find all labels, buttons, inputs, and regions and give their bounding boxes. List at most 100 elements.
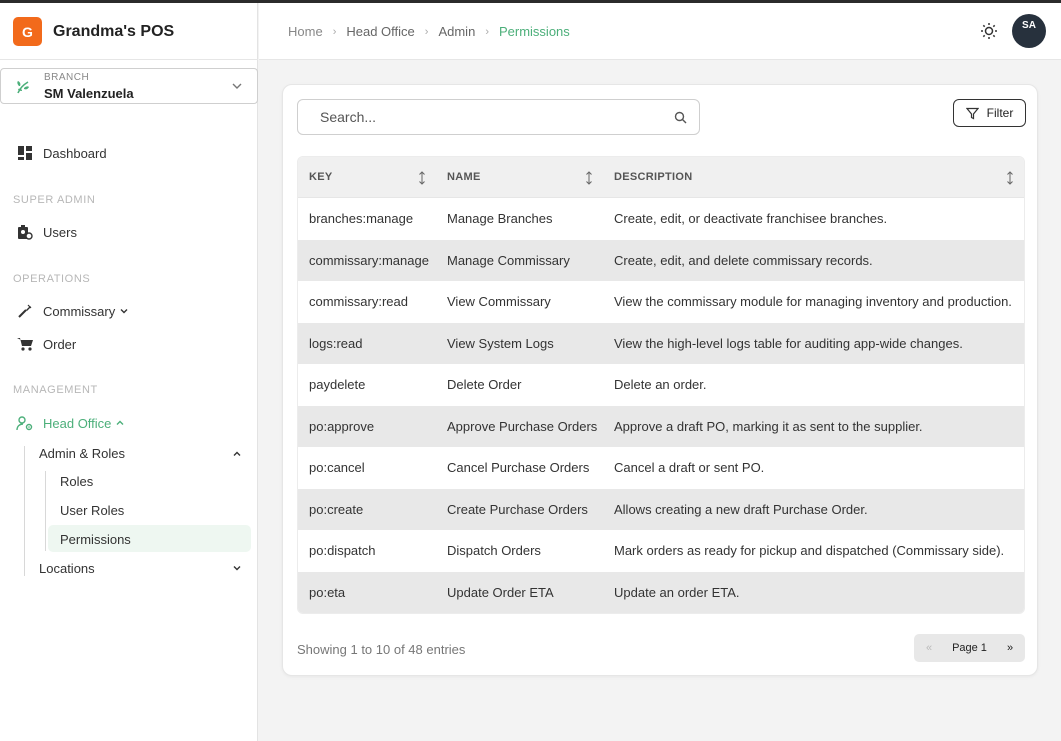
table-row[interactable]: commissary:read View Commissary View the c… bbox=[298, 281, 1024, 323]
tree-line bbox=[45, 471, 46, 551]
sort-icon[interactable] bbox=[585, 171, 593, 185]
table-row[interactable]: logs:read View System Logs View the high-l… bbox=[298, 322, 1024, 364]
sidebar-item-label: Dashboard bbox=[43, 145, 107, 161]
table-row[interactable]: po:create Create Purchase Orders Allows cr… bbox=[298, 488, 1024, 530]
cell-name: Update Order ETA bbox=[447, 584, 554, 600]
sidebar-item-label: Order bbox=[43, 336, 77, 352]
avatar[interactable]: SA bbox=[1012, 14, 1046, 48]
cell-name: View Commissary bbox=[447, 294, 551, 309]
cell-key: branches:manage bbox=[309, 211, 414, 226]
search-input[interactable] bbox=[298, 100, 699, 134]
search-icon bbox=[674, 111, 687, 124]
section-management: MANAGEMENT bbox=[13, 384, 98, 396]
cell-name: Dispatch Orders bbox=[447, 543, 541, 558]
sidebar-item-commissary[interactable]: Commissary bbox=[16, 302, 129, 320]
cell-description: Create, edit, and delete commissary reco… bbox=[614, 252, 873, 268]
column-header-name[interactable]: NAME bbox=[447, 171, 481, 183]
filter-label: Filter bbox=[986, 106, 1014, 120]
cell-name: Cancel Purchase Orders bbox=[447, 460, 590, 475]
filter-icon bbox=[965, 107, 979, 119]
sidebar-item-head-office[interactable]: Head Office bbox=[16, 414, 125, 432]
chevron-down-icon bbox=[232, 83, 242, 89]
cell-description: Approve a draft PO, marking it as sent t… bbox=[614, 418, 923, 434]
cell-description: Allows creating a new draft Purchase Ord… bbox=[614, 501, 868, 517]
divider bbox=[0, 59, 258, 60]
brand[interactable]: G Grandma's POS bbox=[13, 17, 174, 46]
next-page-button[interactable]: » bbox=[995, 642, 1025, 654]
table-row[interactable]: po:eta Update Order ETA Update an order ET… bbox=[298, 571, 1024, 613]
cell-name: Manage Commissary bbox=[447, 252, 570, 268]
sort-icon[interactable] bbox=[1006, 171, 1014, 185]
sidebar-item-order[interactable]: Order bbox=[16, 335, 76, 353]
sidebar: G Grandma's POS BRANCH SM Valenzuela Das… bbox=[0, 3, 258, 741]
sort-icon[interactable] bbox=[418, 171, 426, 185]
sidebar-item-locations[interactable]: Locations bbox=[39, 561, 95, 576]
cell-name: Create Purchase Orders bbox=[447, 501, 588, 517]
chevron-right-icon: › bbox=[485, 25, 489, 38]
cell-description: Mark orders as ready for pickup and disp… bbox=[614, 543, 1005, 558]
sidebar-item-label: Users bbox=[43, 224, 77, 240]
section-super-admin: SUPER ADMIN bbox=[13, 194, 96, 206]
cell-key: logs:read bbox=[309, 335, 363, 351]
cell-key: po:create bbox=[309, 501, 364, 517]
sidebar-item-permissions[interactable]: Permissions bbox=[60, 532, 131, 547]
branch-selector[interactable]: BRANCH SM Valenzuela bbox=[0, 68, 258, 104]
breadcrumb: Home › Head Office › Admin › Permissions bbox=[288, 24, 570, 39]
cell-description: View the commissary module for managing … bbox=[614, 294, 1012, 309]
cell-description: Update an order ETA. bbox=[614, 584, 740, 600]
table-row[interactable]: po:cancel Cancel Purchase Orders Cancel a … bbox=[298, 447, 1024, 489]
tree-line bbox=[24, 446, 25, 576]
brand-logo: G bbox=[13, 17, 42, 46]
filter-button[interactable]: Filter bbox=[953, 99, 1026, 127]
cell-key: po:approve bbox=[309, 418, 375, 434]
dashboard-icon bbox=[16, 144, 34, 162]
user-gear-icon bbox=[16, 414, 34, 432]
section-operations: OPERATIONS bbox=[13, 273, 91, 285]
chevron-up-icon[interactable] bbox=[232, 449, 242, 459]
column-header-description[interactable]: DESCRIPTION bbox=[614, 171, 692, 183]
table-row[interactable]: paydelete Delete Order Delete an order. bbox=[298, 364, 1024, 406]
table-row[interactable]: po:approve Approve Purchase Orders Approve… bbox=[298, 405, 1024, 447]
app-name: Grandma's POS bbox=[53, 22, 175, 40]
users-icon bbox=[16, 223, 34, 241]
prev-page-button[interactable]: « bbox=[914, 642, 944, 654]
breadcrumb-permissions: Permissions bbox=[498, 24, 570, 39]
breadcrumb-head-office[interactable]: Head Office bbox=[346, 24, 414, 39]
table-row[interactable]: po:dispatch Dispatch Orders Mark orders as… bbox=[298, 530, 1024, 572]
cell-key: paydelete bbox=[309, 377, 366, 392]
page-indicator: Page 1 bbox=[952, 642, 987, 654]
utensil-icon bbox=[16, 302, 34, 320]
search-box bbox=[297, 99, 700, 135]
sidebar-item-label: Commissary bbox=[43, 303, 116, 319]
sidebar-item-users[interactable]: Users bbox=[16, 223, 77, 241]
sidebar-item-roles[interactable]: Roles bbox=[60, 474, 93, 489]
table-row[interactable]: branches:manage Manage Branches Create, ed… bbox=[298, 198, 1024, 240]
cell-name: Manage Branches bbox=[447, 211, 553, 226]
top-header: Home › Head Office › Admin › Permissions… bbox=[259, 3, 1061, 60]
sidebar-item-admin-roles[interactable]: Admin & Roles bbox=[39, 446, 125, 461]
table-header: KEY NAME DESCRIPTION bbox=[298, 157, 1024, 198]
permissions-card: Filter KEY NAME DESCRIPTION branches:man… bbox=[282, 84, 1038, 676]
cell-description: Create, edit, or deactivate franchisee b… bbox=[614, 211, 888, 226]
column-header-key[interactable]: KEY bbox=[309, 171, 333, 183]
cell-description: Cancel a draft or sent PO. bbox=[614, 460, 765, 475]
sun-icon[interactable] bbox=[980, 22, 998, 40]
breadcrumb-admin[interactable]: Admin bbox=[438, 24, 475, 39]
cell-description: Delete an order. bbox=[614, 377, 707, 392]
table-row[interactable]: commissary:manage Manage Commissary Create… bbox=[298, 239, 1024, 281]
cart-icon bbox=[16, 335, 34, 353]
chevron-right-icon: › bbox=[424, 25, 429, 38]
cell-key: po:cancel bbox=[309, 460, 365, 475]
cell-key: po:eta bbox=[309, 584, 346, 600]
chevron-down-icon[interactable] bbox=[232, 563, 242, 573]
entries-info: Showing 1 to 10 of 48 entries bbox=[297, 642, 466, 657]
leaf-icon bbox=[17, 81, 29, 94]
chevron-right-icon: › bbox=[332, 25, 337, 38]
breadcrumb-home[interactable]: Home bbox=[288, 24, 323, 39]
branch-value: SM Valenzuela bbox=[44, 86, 134, 101]
sidebar-item-dashboard[interactable]: Dashboard bbox=[16, 144, 107, 162]
sidebar-item-user-roles[interactable]: User Roles bbox=[60, 503, 124, 518]
permissions-table: KEY NAME DESCRIPTION branches:manage Mana… bbox=[297, 156, 1025, 614]
cell-key: po:dispatch bbox=[309, 543, 376, 558]
cell-name: View System Logs bbox=[447, 335, 554, 351]
